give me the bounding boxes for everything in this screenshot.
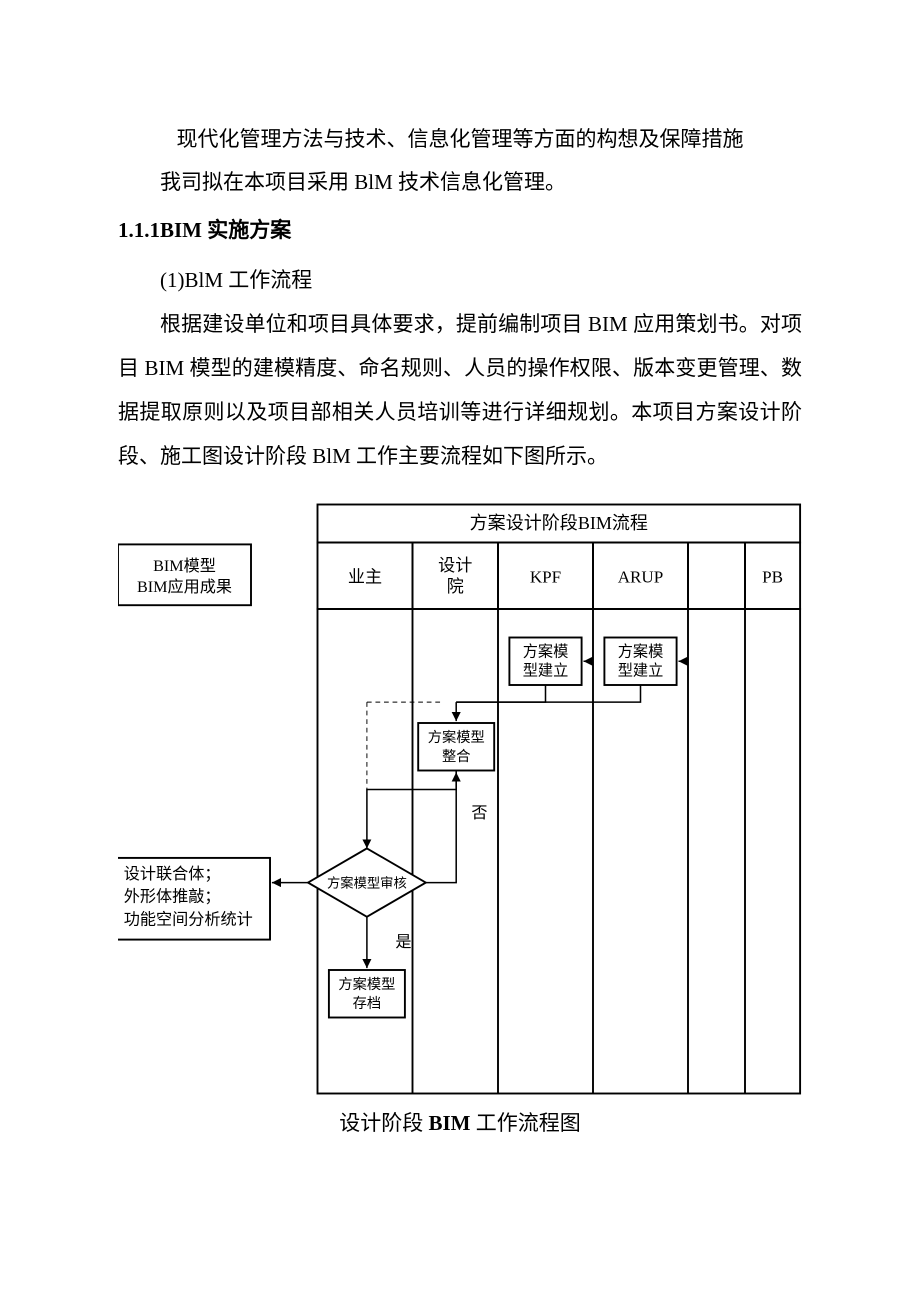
box-kpf-l1: 方案模 xyxy=(523,642,569,660)
col-pb: PB xyxy=(762,567,783,586)
left-box2-l3: 功能空间分析统计 xyxy=(124,910,253,928)
col-kpf: KPF xyxy=(530,567,561,586)
col-design-2: 院 xyxy=(447,576,464,595)
label-no: 否 xyxy=(471,805,487,822)
section-heading: 1.1.1BIM 实施方案 xyxy=(118,208,802,252)
body-paragraph-1: 根据建设单位和项目具体要求，提前编制项目 BIM 应用策划书。对项目 BIM 模… xyxy=(118,302,802,478)
box-merge-l1: 方案模型 xyxy=(428,728,485,746)
diagram-header: 方案设计阶段BIM流程 xyxy=(470,513,648,533)
box-archive-l2: 存档 xyxy=(353,995,382,1012)
col-arup: ARUP xyxy=(618,567,664,586)
svg-text:方案模型审核: 方案模型审核 xyxy=(327,875,407,890)
left-box2-l1: 设计联合体； xyxy=(124,864,221,882)
left-box1-l2: BIM应用成果 xyxy=(137,576,232,595)
box-kpf-l2: 型建立 xyxy=(523,662,569,679)
box-archive-l1: 方案模型 xyxy=(338,975,395,993)
doc-title: 现代化管理方法与技术、信息化管理等方面的构想及保障措施 xyxy=(118,120,802,160)
left-box1-l1: BIM模型 xyxy=(153,557,216,575)
figure-caption: 设计阶段 BIM 工作流程图 xyxy=(118,1107,802,1137)
box-merge-l2: 整合 xyxy=(442,748,471,765)
decision-diamond: 方案模型审核 xyxy=(308,848,426,916)
label-yes: 是 xyxy=(395,934,411,951)
intro-paragraph: 我司拟在本项目采用 BlM 技术信息化管理。 xyxy=(118,160,802,204)
col-design-1: 设计 xyxy=(438,556,472,575)
subheading-1: (1)BlM 工作流程 xyxy=(118,258,802,302)
flowchart-diagram: 方案设计阶段BIM流程 业主 设计 院 KPF ARUP PB BIM xyxy=(118,489,802,1109)
col-owner: 业主 xyxy=(348,567,382,586)
box-arup-l1: 方案模 xyxy=(618,642,664,660)
left-box2-l2: 外形体推敲； xyxy=(124,887,221,905)
box-arup-l2: 型建立 xyxy=(618,662,664,679)
